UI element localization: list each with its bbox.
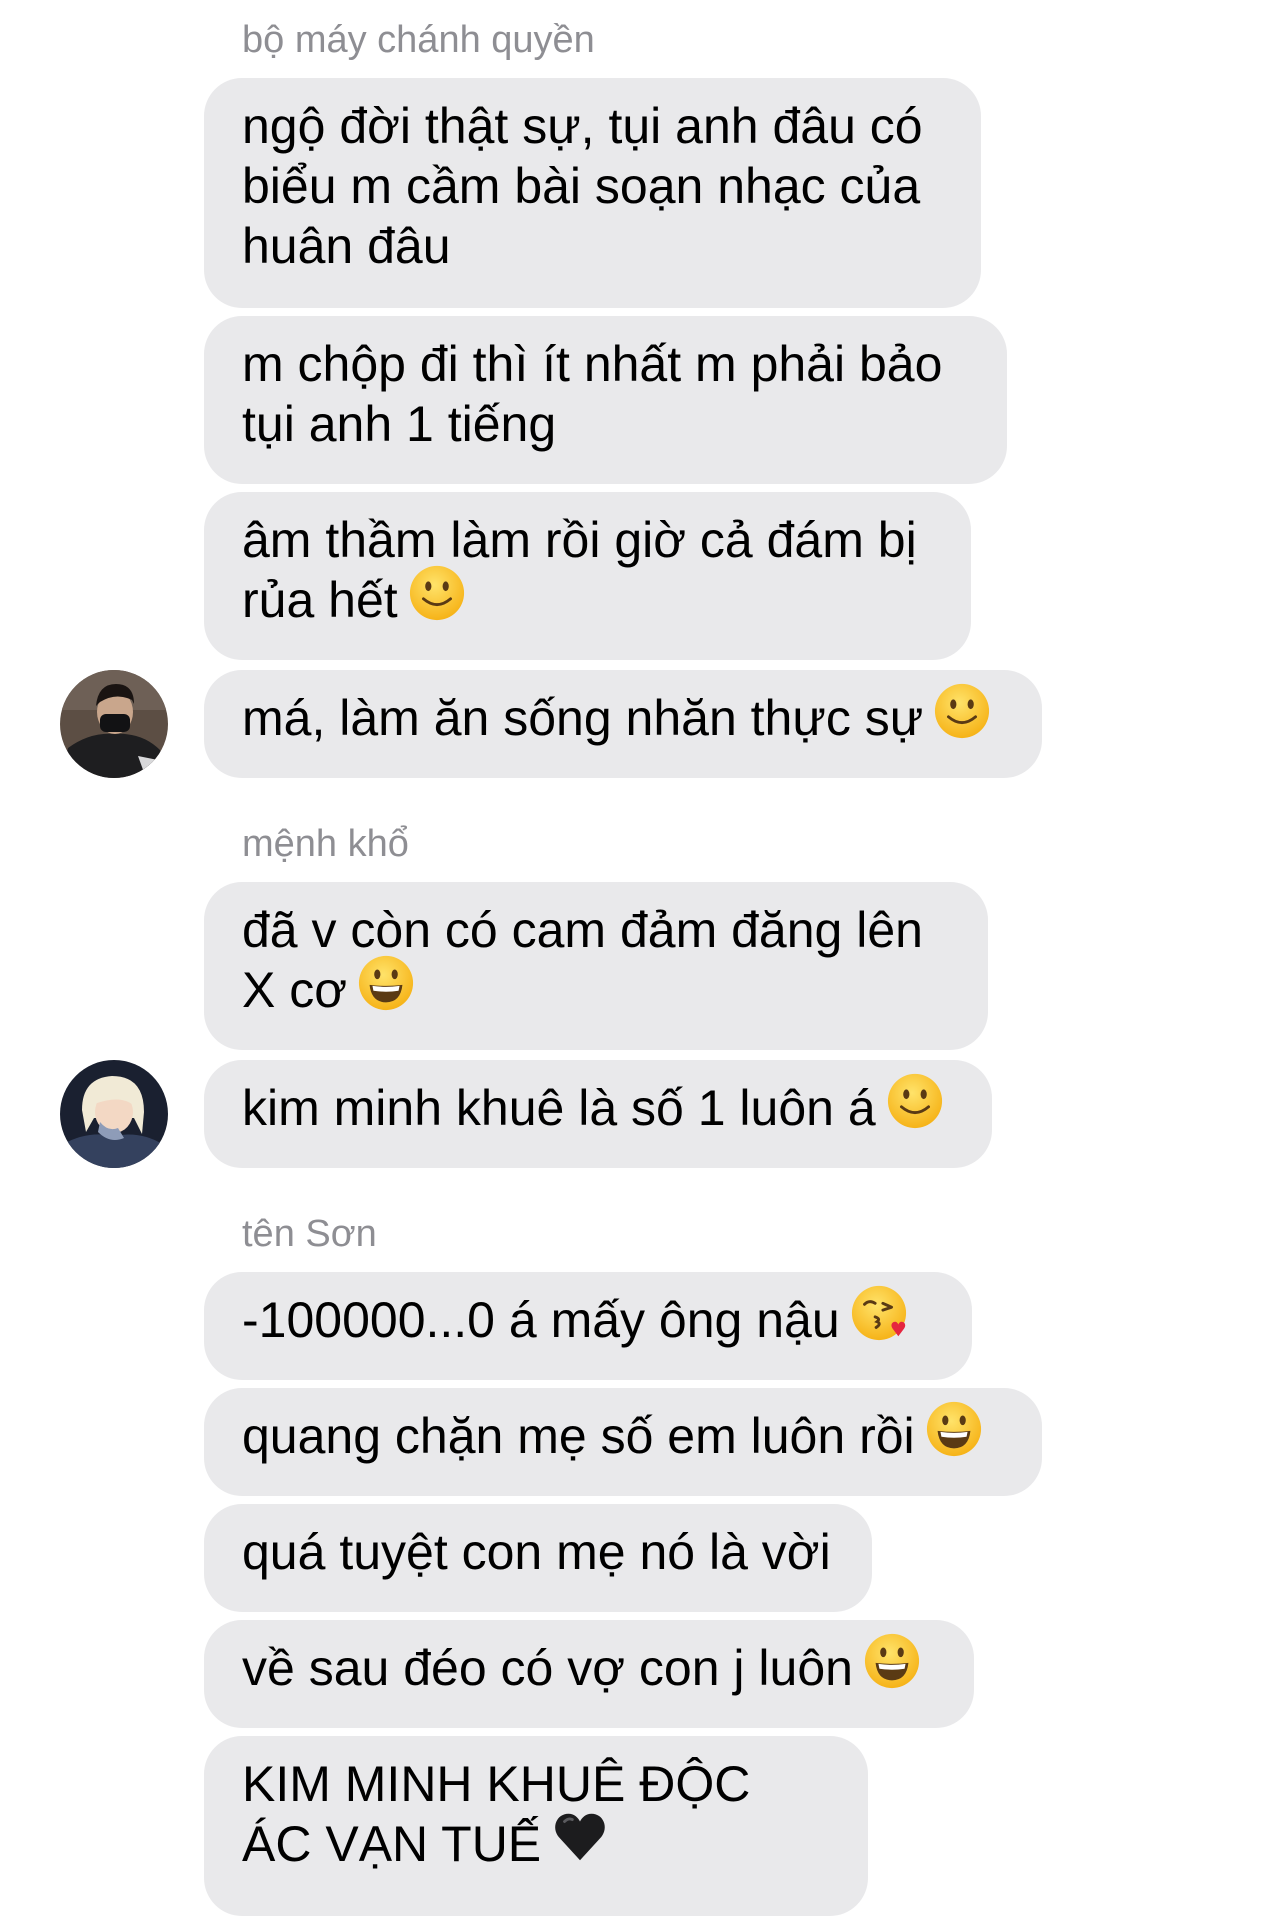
avatar-masked-man[interactable] <box>60 670 168 778</box>
message-text: kim minh khuê là số 1 luôn á <box>242 1080 876 1136</box>
slightly-smiling-face-icon <box>933 682 991 753</box>
message-bubble[interactable]: âm thầm làm rồi giờ cả đám bị rủa hết <box>204 492 971 660</box>
grinning-face-icon <box>925 1400 983 1471</box>
message-thread: bộ máy chánh quyền ngộ đời thật sự, tụi … <box>0 0 1284 1916</box>
message-bubble[interactable]: -100000...0 á mấy ông nậu <box>204 1272 972 1380</box>
message-bubble[interactable]: quang chặn mẹ số em luôn rồi <box>204 1388 1042 1496</box>
message-text: âm thầm làm rồi giờ cả đám bị rủa hết <box>242 512 917 628</box>
sender-name: mệnh khổ <box>242 823 409 865</box>
message-bubble[interactable]: đã v còn có cam đảm đăng lên X cơ <box>204 882 988 1050</box>
message-text: má, làm ăn sống nhăn thực sự <box>242 690 924 746</box>
face-blowing-kiss-icon <box>850 1284 908 1355</box>
message-text: m chộp đi thì ít nhất m phải bảo tụi anh… <box>242 336 943 452</box>
message-text: KIM MINH KHUÊ ĐỘC ÁC VẠN TUẾ <box>242 1756 751 1872</box>
sender-name: bộ máy chánh quyền <box>242 19 595 61</box>
message-bubble[interactable]: ngộ đời thật sự, tụi anh đâu có biểu m c… <box>204 78 981 308</box>
message-text: -100000...0 á mấy ông nậu <box>242 1292 840 1348</box>
black-heart-icon <box>551 1808 609 1879</box>
message-bubble[interactable]: quá tuyệt con mẹ nó là vời <box>204 1504 872 1612</box>
message-bubble[interactable]: má, làm ăn sống nhăn thực sự <box>204 670 1042 778</box>
message-bubble[interactable]: về sau đéo có vợ con j luôn <box>204 1620 974 1728</box>
grinning-face-icon <box>357 954 415 1025</box>
message-text: quang chặn mẹ số em luôn rồi <box>242 1408 915 1464</box>
message-text: đã v còn có cam đảm đăng lên X cơ <box>242 902 923 1018</box>
slightly-smiling-face-icon <box>408 564 466 635</box>
grinning-face-icon <box>863 1632 921 1703</box>
message-bubble[interactable]: m chộp đi thì ít nhất m phải bảo tụi anh… <box>204 316 1007 484</box>
avatar-blonde-person[interactable] <box>60 1060 168 1168</box>
message-bubble[interactable]: kim minh khuê là số 1 luôn á <box>204 1060 992 1168</box>
message-bubble[interactable]: KIM MINH KHUÊ ĐỘC ÁC VẠN TUẾ <box>204 1736 868 1916</box>
message-text: quá tuyệt con mẹ nó là vời <box>242 1524 831 1580</box>
message-text: ngộ đời thật sự, tụi anh đâu có biểu m c… <box>242 98 923 274</box>
message-text: về sau đéo có vợ con j luôn <box>242 1640 853 1696</box>
sender-name: tên Sơn <box>242 1213 377 1255</box>
slightly-smiling-face-icon <box>886 1072 944 1143</box>
